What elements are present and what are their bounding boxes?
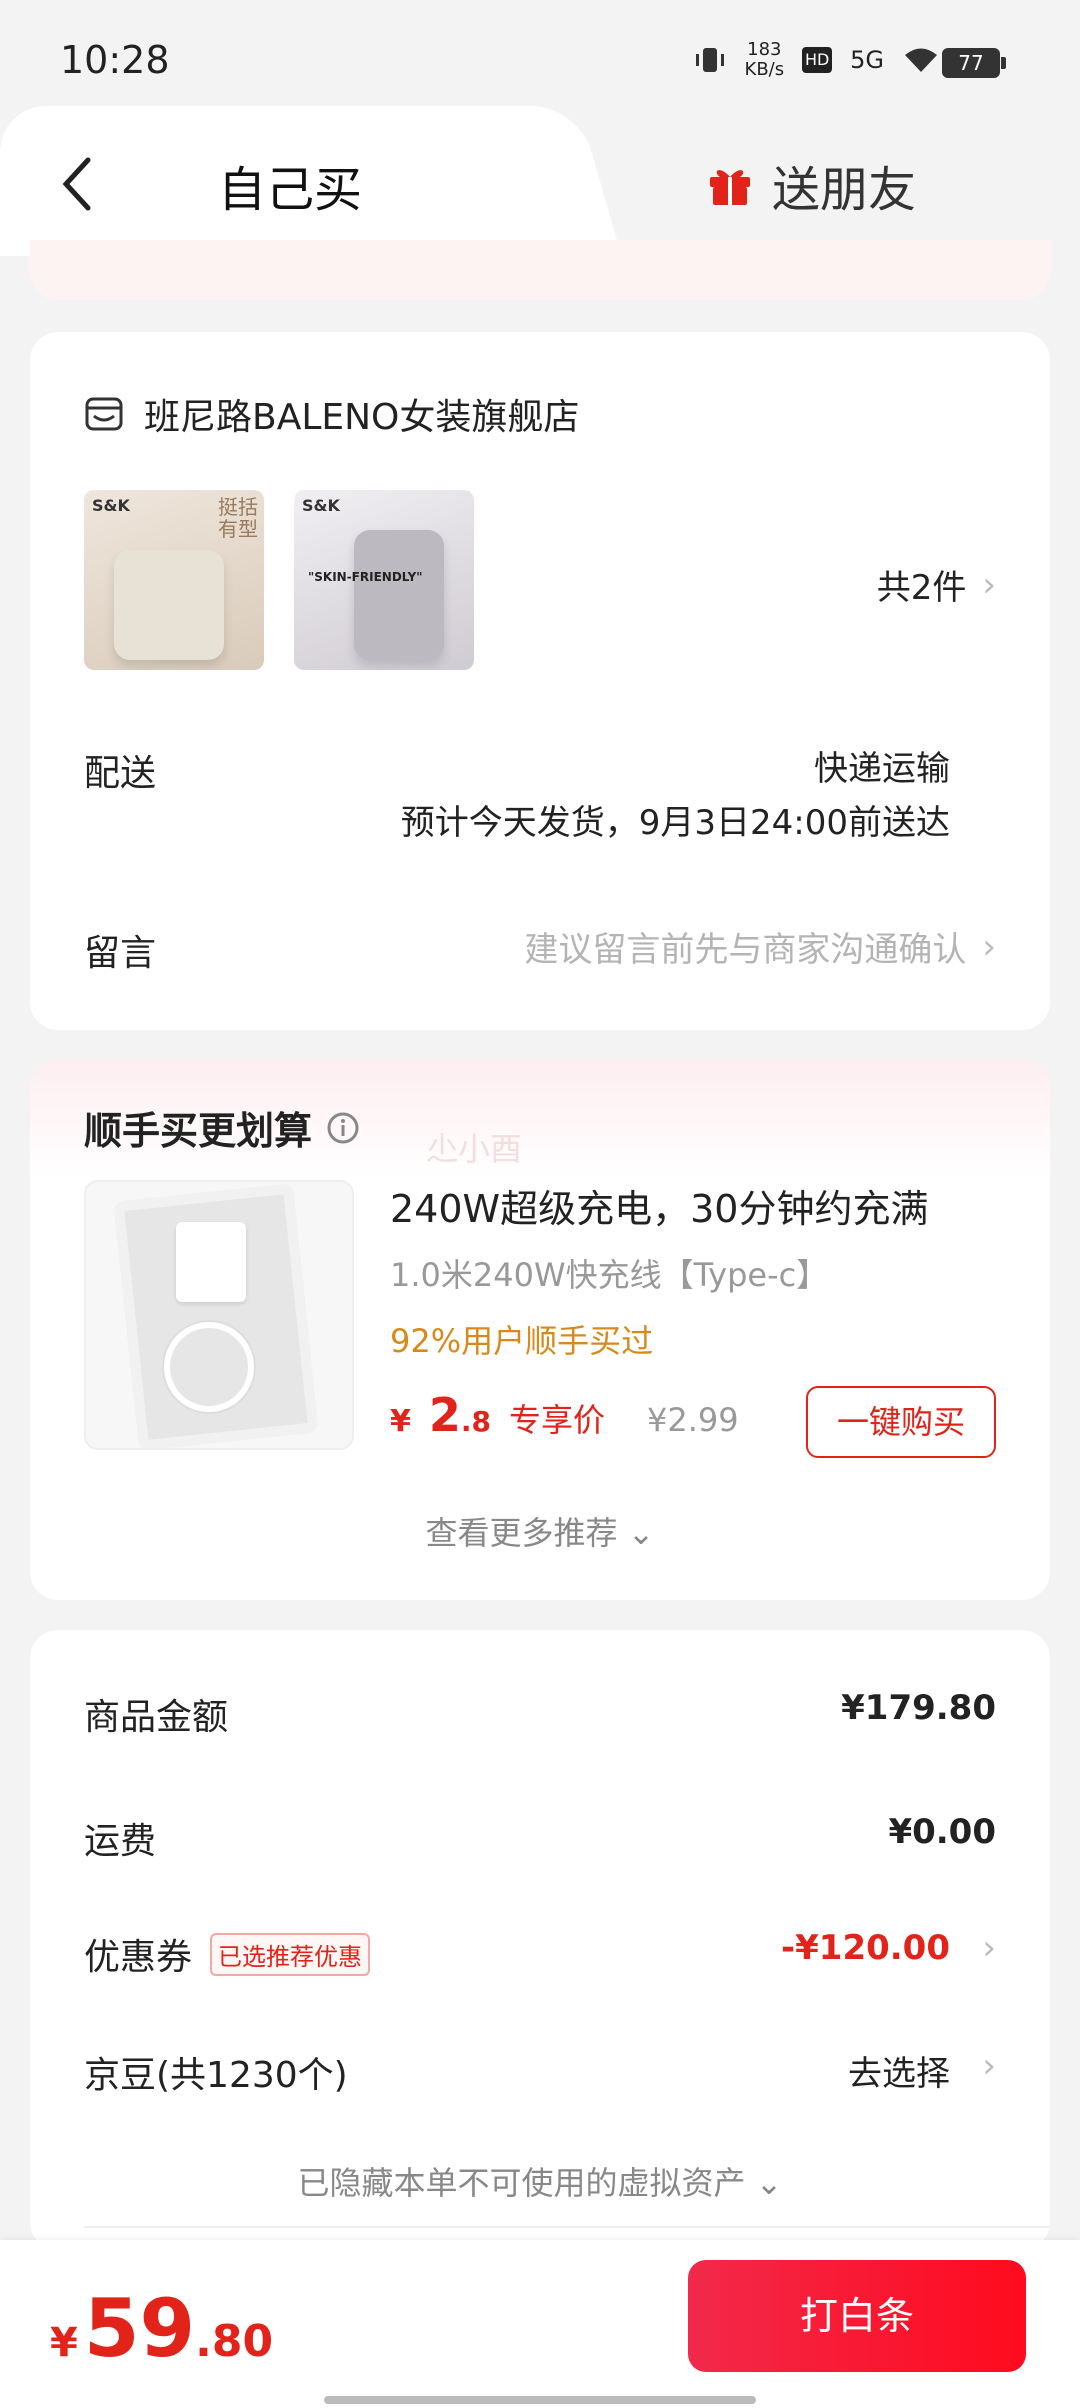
order-summary-card: 商品金额 ¥179.80 运费 ¥0.00 优惠券 已选推荐优惠 -¥120.0… bbox=[30, 1630, 1050, 2250]
vibrate-icon bbox=[695, 48, 724, 72]
status-bar: 10:28 183 KB/s HD 5G 77 bbox=[0, 0, 1080, 110]
item-count-label: 共2件 bbox=[876, 568, 967, 608]
net-speed-value: 183 bbox=[747, 39, 782, 60]
message-placeholder: 建议留言前先与商家沟通确认 bbox=[524, 930, 967, 970]
home-indicator[interactable] bbox=[324, 2396, 756, 2404]
recommend-product-image[interactable] bbox=[84, 1180, 354, 1450]
purchase-tabs: 自己买 送朋友 bbox=[0, 106, 1080, 256]
social-proof: 92%用户顺手买过 bbox=[390, 1322, 654, 1360]
price-integer: 2 bbox=[428, 1388, 461, 1442]
checkout-bar: ¥ 59 .80 打白条 bbox=[0, 2240, 1080, 2408]
watermark: 尐小酉 bbox=[426, 1130, 523, 1168]
chevron-right-icon: › bbox=[982, 2046, 996, 2086]
gift-icon bbox=[710, 170, 750, 205]
goods-amount-value: ¥179.80 bbox=[841, 1688, 996, 1728]
goods-amount-row: 商品金额 ¥179.80 bbox=[84, 1688, 996, 1748]
product-image bbox=[354, 530, 444, 660]
price-decimal: .8 bbox=[460, 1405, 492, 1438]
jd-beans-label: 京豆(共1230个) bbox=[84, 2055, 348, 2096]
recommend-price: ¥ 2 .8 专享价 ¥2.99 bbox=[390, 1388, 739, 1442]
status-icons: 183 KB/s HD 5G bbox=[693, 40, 940, 80]
shipping-value: ¥0.00 bbox=[888, 1812, 996, 1852]
thumb-tag: 挺括有型 bbox=[218, 495, 258, 541]
recommend-card: 顺手买更划算 尐小酉 240W超级充电，30分钟约充满 1.0米240W快充线【… bbox=[30, 1060, 1050, 1600]
delivery-method: 快递运输 bbox=[814, 749, 950, 789]
shop-header[interactable]: 班尼路BALENO女装旗舰店 bbox=[84, 388, 579, 440]
shop-card: 班尼路BALENO女装旗舰店 S&K 挺括有型 S&K "SKIN-FRIEND… bbox=[30, 332, 1050, 1030]
back-icon[interactable] bbox=[56, 154, 102, 214]
item-count[interactable]: 共2件 › bbox=[877, 560, 996, 609]
hd-icon: HD bbox=[802, 47, 833, 73]
net-speed: 183 KB/s bbox=[745, 40, 785, 80]
battery-icon: 77 bbox=[942, 48, 1006, 78]
goods-amount-label: 商品金额 bbox=[84, 1697, 229, 1738]
message-label: 留言 bbox=[84, 933, 157, 974]
price-tag: 专享价 bbox=[509, 1401, 606, 1439]
product-image bbox=[114, 550, 224, 660]
shop-icon bbox=[85, 397, 123, 431]
info-icon[interactable] bbox=[326, 1111, 360, 1145]
recommend-title: 顺手买更划算 bbox=[84, 1100, 360, 1155]
see-more-recommendations[interactable]: 查看更多推荐 ⌄ bbox=[30, 1508, 1050, 1554]
recommend-product-spec: 1.0米240W快充线【Type-c】 bbox=[390, 1256, 829, 1294]
address-card-bottom bbox=[30, 240, 1050, 300]
tab-self[interactable]: 自己买 bbox=[218, 150, 362, 220]
wifi-icon bbox=[905, 48, 937, 72]
network-type: 5G bbox=[850, 46, 884, 74]
total-price: ¥ 59 .80 bbox=[50, 2282, 273, 2375]
pay-baitiao-button[interactable]: 打白条 bbox=[688, 2260, 1026, 2372]
coupon-badge: 已选推荐优惠 bbox=[210, 1932, 371, 1976]
shop-name: 班尼路BALENO女装旗舰店 bbox=[144, 397, 580, 438]
one-click-buy-button[interactable]: 一键购买 bbox=[806, 1386, 996, 1458]
coupon-label-group: 优惠券 已选推荐优惠 bbox=[84, 1928, 371, 1980]
thumb-brand: S&K bbox=[302, 496, 340, 515]
chevron-right-icon: › bbox=[982, 926, 996, 967]
divider bbox=[84, 2226, 1050, 2228]
total-decimal: .80 bbox=[195, 2316, 274, 2367]
product-thumb[interactable]: S&K "SKIN-FRIENDLY" bbox=[294, 490, 474, 670]
thumb-tag: "SKIN-FRIENDLY" bbox=[308, 570, 423, 584]
total-integer: 59 bbox=[83, 2282, 196, 2375]
coupon-row[interactable]: 优惠券 已选推荐优惠 -¥120.00 › bbox=[84, 1928, 996, 1988]
cable-image bbox=[164, 1322, 254, 1412]
net-speed-unit: KB/s bbox=[744, 59, 785, 80]
shipping-label: 运费 bbox=[84, 1821, 157, 1862]
original-price: ¥2.99 bbox=[647, 1401, 739, 1439]
price-currency: ¥ bbox=[390, 1404, 411, 1439]
recommend-title-text: 顺手买更划算 bbox=[84, 1109, 313, 1153]
product-thumb[interactable]: S&K 挺括有型 bbox=[84, 490, 264, 670]
jd-beans-row[interactable]: 京豆(共1230个) 去选择 › bbox=[84, 2046, 996, 2106]
status-time: 10:28 bbox=[60, 38, 170, 82]
message-field[interactable]: 建议留言前先与商家沟通确认 › bbox=[524, 922, 996, 971]
tab-send-friend-label: 送朋友 bbox=[772, 162, 917, 218]
recommend-product-name[interactable]: 240W超级充电，30分钟约充满 bbox=[390, 1178, 1010, 1233]
delivery-label: 配送 bbox=[84, 753, 157, 794]
delivery-info[interactable]: 快递运输 预计今天发货，9月3日24:00前送达 bbox=[401, 742, 950, 850]
jd-beans-value: 去选择 bbox=[848, 2054, 950, 2094]
coupon-label: 优惠券 bbox=[84, 1937, 193, 1978]
charger-image bbox=[176, 1222, 246, 1302]
thumb-brand: S&K bbox=[92, 496, 130, 515]
coupon-value: -¥120.00 bbox=[781, 1928, 950, 1968]
shipping-row: 运费 ¥0.00 bbox=[84, 1812, 996, 1872]
hidden-assets-toggle[interactable]: 已隐藏本单不可使用的虚拟资产 ⌄ bbox=[30, 2158, 1050, 2204]
tab-send-friend[interactable]: 送朋友 bbox=[706, 150, 916, 220]
chevron-right-icon: › bbox=[982, 564, 996, 605]
chevron-right-icon: › bbox=[982, 1928, 996, 1968]
delivery-eta: 预计今天发货，9月3日24:00前送达 bbox=[400, 803, 950, 843]
total-currency: ¥ bbox=[50, 2320, 78, 2366]
